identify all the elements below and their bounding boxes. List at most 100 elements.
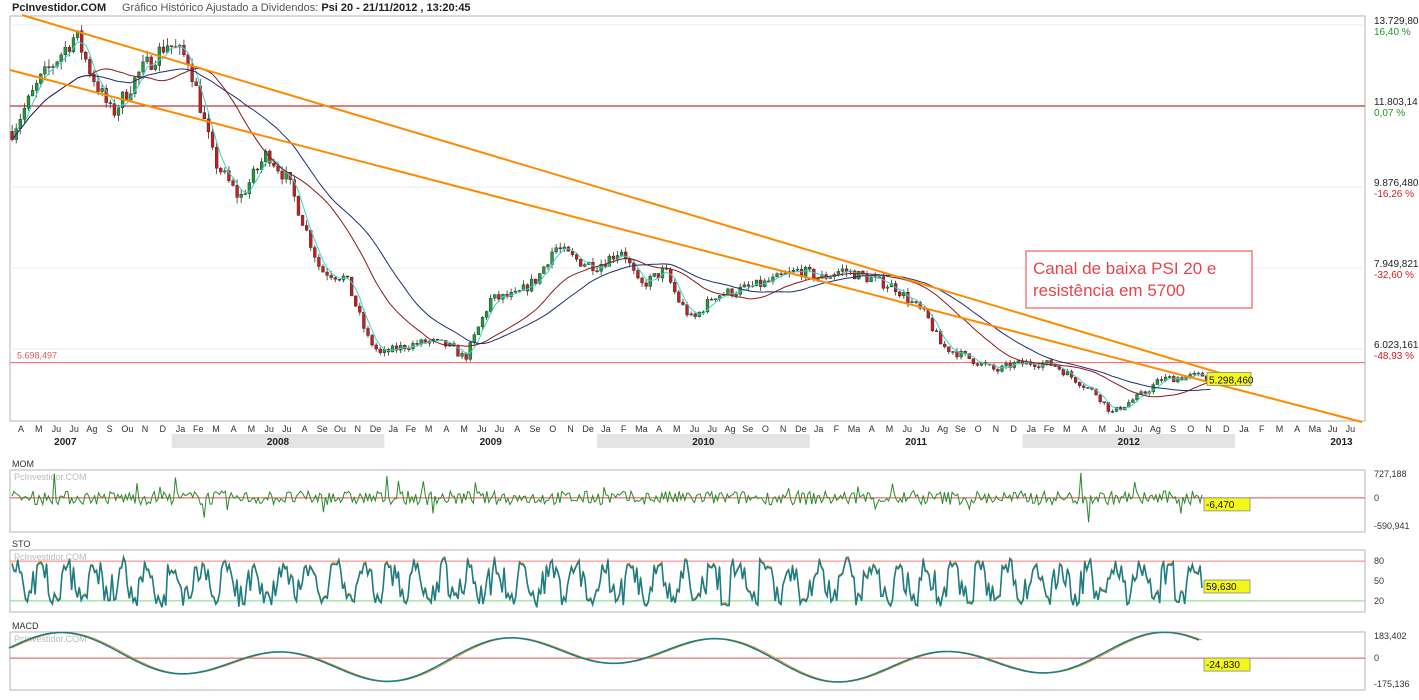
candle-up bbox=[480, 317, 485, 328]
subtitle-text: Gráfico Histórico Ajustado a Dividendos: bbox=[122, 2, 321, 14]
candle-up bbox=[100, 88, 104, 92]
candle-up bbox=[885, 286, 890, 289]
candle-up bbox=[857, 270, 861, 280]
candle-down bbox=[1073, 377, 1078, 383]
year-tick-label: 2010 bbox=[692, 437, 715, 448]
candle-down bbox=[374, 344, 378, 350]
candle-up bbox=[734, 293, 738, 297]
price-tick-label: 6.023,161 bbox=[1374, 340, 1419, 351]
month-tick-label: Ju bbox=[69, 424, 79, 434]
candle-up bbox=[1016, 360, 1020, 363]
candle-down bbox=[96, 81, 100, 92]
month-tick-label: A bbox=[1081, 424, 1087, 434]
candle-down bbox=[235, 185, 239, 198]
percent-tick-label: -48,93 % bbox=[1374, 351, 1414, 362]
candle-up bbox=[869, 277, 873, 283]
candle-down bbox=[362, 312, 366, 329]
month-tick-label: Ag bbox=[1150, 424, 1161, 434]
candle-down bbox=[759, 279, 763, 287]
candle-down bbox=[329, 275, 333, 278]
annotation-box: Canal de baixa PSI 20 e resistência em 57… bbox=[1025, 250, 1253, 309]
month-tick-label: De bbox=[795, 424, 807, 434]
mom-axis-label: 0 bbox=[1374, 493, 1379, 503]
candle-down bbox=[1053, 365, 1057, 367]
candle-down bbox=[558, 247, 562, 250]
mom-panel: MOM PcInvestidor.COM 727,188 0 -590,941 -6,47… bbox=[9, 459, 1410, 533]
sto-watermark: PcInvestidor.COM bbox=[14, 552, 87, 562]
macd-title: MACD bbox=[12, 621, 39, 631]
candle-up bbox=[145, 56, 149, 63]
candle-down bbox=[497, 294, 501, 300]
instrument-label: Psi 20 - 21/11/2012 , 13:20:45 bbox=[321, 2, 470, 14]
candle-down bbox=[677, 291, 681, 303]
candle-up bbox=[1086, 387, 1090, 389]
candle-up bbox=[390, 345, 395, 353]
month-tick-label: Ju bbox=[707, 424, 717, 434]
candle-down bbox=[47, 66, 51, 68]
month-tick-label: Ag bbox=[86, 424, 97, 434]
month-tick-label: M bbox=[886, 424, 894, 434]
month-tick-label: A bbox=[514, 424, 520, 434]
candle-up bbox=[689, 313, 693, 316]
candle-up bbox=[472, 334, 476, 343]
month-tick-label: Se bbox=[742, 424, 753, 434]
percent-tick-label: 0,07 % bbox=[1374, 108, 1405, 119]
candle-down bbox=[149, 56, 153, 70]
sto-axis-label: 50 bbox=[1374, 576, 1384, 586]
month-tick-label: N bbox=[993, 424, 1000, 434]
candle-down bbox=[313, 247, 317, 258]
candle-up bbox=[116, 107, 121, 116]
candle-up bbox=[554, 247, 558, 253]
month-tick-label: M bbox=[248, 424, 256, 434]
candle-down bbox=[280, 170, 284, 180]
sto-axis-label: 80 bbox=[1374, 556, 1384, 566]
candle-down bbox=[640, 277, 644, 284]
macd-plot-area bbox=[9, 631, 1366, 691]
candle-down bbox=[337, 279, 341, 281]
last-price-badge: 5.298,460 bbox=[1206, 372, 1254, 386]
candle-up bbox=[652, 273, 656, 277]
year-tick-label: 2012 bbox=[1118, 437, 1141, 448]
candle-up bbox=[791, 270, 796, 272]
month-tick-label: D bbox=[1223, 424, 1230, 434]
candle-down bbox=[574, 254, 579, 260]
month-tick-label: Ju bbox=[264, 424, 274, 434]
month-tick-label: N bbox=[1205, 424, 1212, 434]
candle-up bbox=[804, 266, 808, 277]
candle-down bbox=[1159, 379, 1164, 381]
candle-up bbox=[22, 108, 27, 120]
month-tick-label: Ja bbox=[1239, 424, 1249, 434]
candle-down bbox=[1061, 369, 1065, 376]
candle-up bbox=[26, 95, 31, 109]
candle-down bbox=[325, 271, 329, 276]
candle-down bbox=[194, 81, 198, 86]
month-tick-label: Ju bbox=[282, 424, 292, 434]
month-tick-label: O bbox=[549, 424, 556, 434]
candle-down bbox=[300, 215, 305, 226]
candle-down bbox=[378, 348, 382, 353]
candle-up bbox=[1135, 394, 1139, 401]
candle-up bbox=[513, 290, 517, 293]
month-tick-label: F bbox=[621, 424, 627, 434]
price-tick-label: 9.876,480 bbox=[1374, 178, 1419, 189]
month-tick-label: Fe bbox=[1044, 424, 1055, 434]
candle-down bbox=[161, 46, 166, 53]
candle-up bbox=[63, 46, 67, 56]
macd-axis-label: 183,402 bbox=[1374, 631, 1407, 641]
candle-down bbox=[930, 317, 935, 331]
price-tick-label: 13.729,80 bbox=[1374, 16, 1419, 27]
mom-axis-label: -590,941 bbox=[1374, 521, 1410, 531]
month-tick-label: M bbox=[460, 424, 468, 434]
candle-down bbox=[681, 301, 685, 305]
candle-up bbox=[484, 311, 489, 318]
candle-down bbox=[898, 291, 902, 297]
candle-up bbox=[141, 61, 145, 73]
candle-down bbox=[345, 275, 350, 278]
candle-down bbox=[108, 102, 112, 104]
macd-axis-label: -175,136 bbox=[1374, 679, 1410, 689]
candle-down bbox=[415, 343, 419, 345]
candle-down bbox=[685, 304, 689, 316]
month-tick-label: D bbox=[1010, 424, 1017, 434]
candle-up bbox=[1131, 399, 1135, 403]
mom-watermark: PcInvestidor.COM bbox=[14, 472, 87, 482]
